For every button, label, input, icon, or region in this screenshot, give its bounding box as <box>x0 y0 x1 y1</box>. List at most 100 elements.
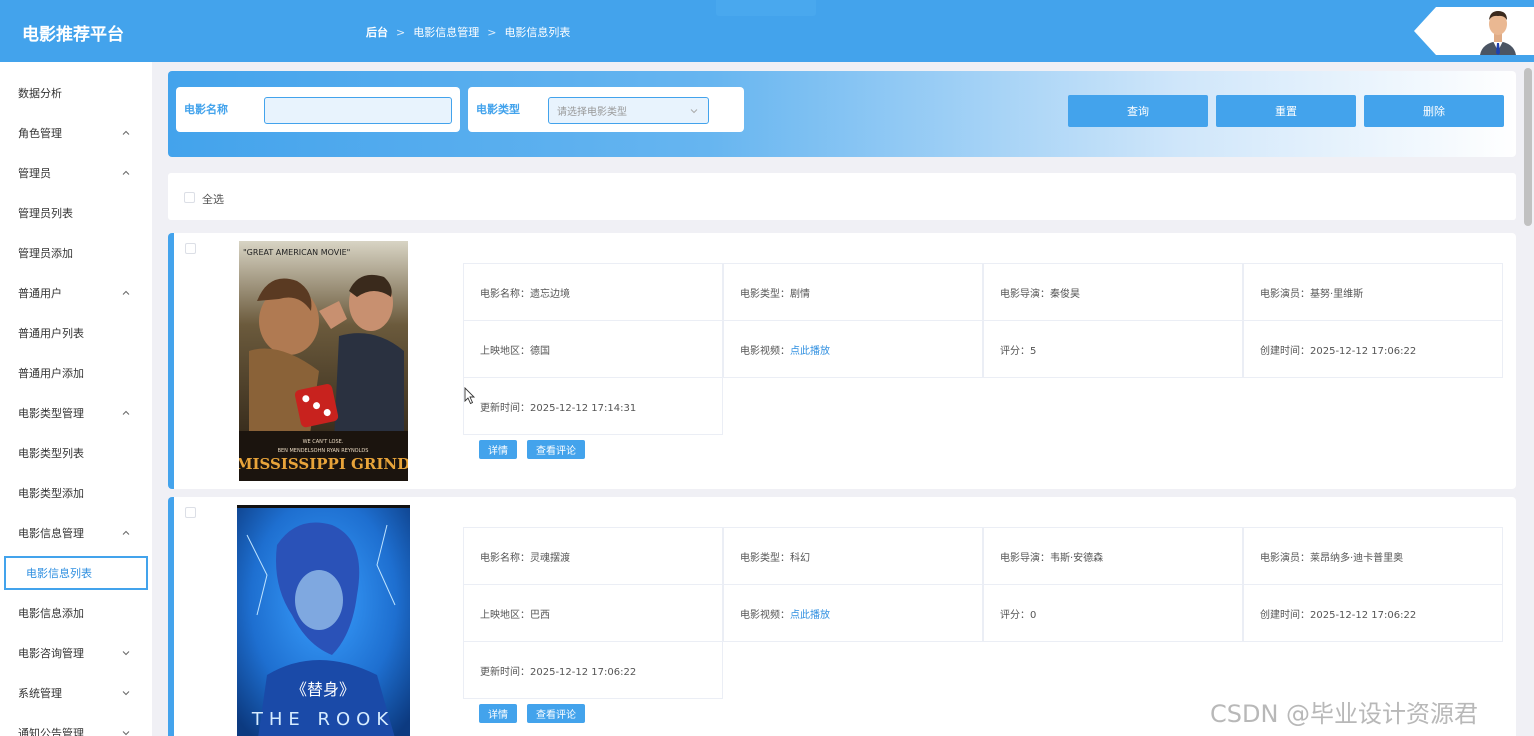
movie-region-text: 上映地区：德国 <box>480 345 550 357</box>
sidebar-item-label: 管理员添加 <box>18 247 73 260</box>
movie-updated-text: 更新时间：2025-12-12 17:06:22 <box>480 666 637 678</box>
sidebar-item-movie-type-add[interactable]: 电影类型添加 <box>0 473 152 513</box>
main-content: 电影名称 电影类型 请选择电影类型 查询 重置 删除 全选 "GREAT AME… <box>152 62 1534 736</box>
sidebar-item-label: 电影类型添加 <box>18 487 84 500</box>
play-video-link[interactable]: 点此播放 <box>790 606 830 621</box>
poster-title-en: THE ROOK <box>251 709 394 730</box>
sidebar-item-admin[interactable]: 管理员 <box>0 153 152 193</box>
sidebar-item-role-management[interactable]: 角色管理 <box>0 113 152 153</box>
movie-video-label: 电影视频： <box>740 345 790 357</box>
chevron-down-icon <box>690 109 698 114</box>
sidebar-menu: 数据分析 角色管理 管理员 管理员列表 管理员添加 普通用户 普通用户列表 普通… <box>0 62 152 736</box>
poster-slogan: WE CAN'T LOSE. <box>303 439 344 445</box>
breadcrumb-current: 电影信息列表 <box>504 26 571 39</box>
movie-score-text: 评分：5 <box>1000 345 1037 357</box>
sidebar-item-data-analysis[interactable]: 数据分析 <box>0 73 152 113</box>
sidebar-item-admin-add[interactable]: 管理员添加 <box>0 233 152 273</box>
movie-card: "GREAT AMERICAN MOVIE" WE CAN'T LOSE. BE… <box>168 233 1516 489</box>
sidebar-item-system-management[interactable]: 系统管理 <box>0 673 152 713</box>
query-button[interactable]: 查询 <box>1068 95 1208 127</box>
breadcrumb-home[interactable]: 后台 <box>366 24 388 40</box>
select-all-label: 全选 <box>202 193 224 206</box>
sidebar-item-label: 电影咨询管理 <box>18 647 84 660</box>
movie-region-cell: 上映地区：巴西 <box>463 584 723 642</box>
sidebar-item-label: 数据分析 <box>18 87 62 100</box>
movie-updated-text: 更新时间：2025-12-12 17:14:31 <box>480 402 637 414</box>
search-panel: 电影名称 电影类型 请选择电影类型 查询 重置 删除 <box>168 71 1516 157</box>
movie-type-label: 电影类型 <box>476 103 520 116</box>
top-header: 电影推荐平台 后台 > 电影信息管理 > 电影信息列表 <box>0 0 1534 62</box>
breadcrumb-separator-icon: > <box>396 25 406 39</box>
header-ghost-tab <box>716 0 816 16</box>
vertical-scrollbar[interactable] <box>1524 68 1532 226</box>
movie-poster[interactable]: "GREAT AMERICAN MOVIE" WE CAN'T LOSE. BE… <box>239 241 408 481</box>
movie-created-cell: 创建时间：2025-12-12 17:06:22 <box>1243 584 1503 642</box>
sidebar-item-movie-type-management[interactable]: 电影类型管理 <box>0 393 152 433</box>
view-comments-button[interactable]: 查看评论 <box>527 440 585 459</box>
movie-select-checkbox[interactable] <box>185 507 196 518</box>
sidebar-item-movie-info-management[interactable]: 电影信息管理 <box>0 513 152 553</box>
movie-name-input[interactable] <box>264 97 452 124</box>
sidebar-item-admin-list[interactable]: 管理员列表 <box>0 193 152 233</box>
sidebar-item-label: 电影类型列表 <box>18 447 84 460</box>
sidebar-item-label: 电影信息管理 <box>18 527 84 540</box>
sidebar-item-label: 普通用户添加 <box>18 367 84 380</box>
sidebar-item-label: 系统管理 <box>18 687 62 700</box>
sidebar-item-label: 管理员 <box>18 167 51 180</box>
movie-select-checkbox[interactable] <box>185 243 196 254</box>
movie-actor-cell: 电影演员：莱昂纳多·迪卡普里奥 <box>1243 527 1503 585</box>
chevron-down-icon <box>122 651 130 656</box>
breadcrumb-section[interactable]: 电影信息管理 <box>413 24 479 40</box>
detail-button[interactable]: 详情 <box>479 440 517 459</box>
movie-created-text: 创建时间：2025-12-12 17:06:22 <box>1260 609 1417 621</box>
movie-type-cell: 电影类型：科幻 <box>723 527 983 585</box>
movie-created-text: 创建时间：2025-12-12 17:06:22 <box>1260 345 1417 357</box>
sidebar-item-label: 角色管理 <box>18 127 62 140</box>
select-all-checkbox[interactable] <box>184 192 195 203</box>
movie-name-label: 电影名称 <box>184 103 228 116</box>
poster-title: MISSISSIPPI GRIND <box>239 455 408 473</box>
reset-button[interactable]: 重置 <box>1216 95 1356 127</box>
movie-actor-cell: 电影演员：基努·里维斯 <box>1243 263 1503 321</box>
chevron-up-icon <box>122 410 130 415</box>
movie-director-text: 电影导演：韦斯·安德森 <box>1000 552 1104 564</box>
movie-type-text: 电影类型：科幻 <box>740 552 810 564</box>
movie-name-field: 电影名称 <box>176 87 460 132</box>
movie-actor-text: 电影演员：莱昂纳多·迪卡普里奥 <box>1260 552 1404 564</box>
view-comments-button[interactable]: 查看评论 <box>527 704 585 723</box>
sidebar-item-label: 管理员列表 <box>18 207 73 220</box>
detail-button[interactable]: 详情 <box>479 704 517 723</box>
movie-created-cell: 创建时间：2025-12-12 17:06:22 <box>1243 320 1503 378</box>
movie-actor-text: 电影演员：基努·里维斯 <box>1260 288 1364 300</box>
chevron-up-icon <box>122 290 130 295</box>
sidebar-item-movie-info-add[interactable]: 电影信息添加 <box>0 593 152 633</box>
sidebar-item-label: 普通用户 <box>18 287 62 300</box>
avatar[interactable] <box>1474 7 1522 55</box>
delete-button[interactable]: 删除 <box>1364 95 1504 127</box>
sidebar-item-user-add[interactable]: 普通用户添加 <box>0 353 152 393</box>
movie-video-label: 电影视频： <box>740 609 790 621</box>
sidebar-item-user-list[interactable]: 普通用户列表 <box>0 313 152 353</box>
movie-updated-cell: 更新时间：2025-12-12 17:06:22 <box>463 641 723 699</box>
chevron-up-icon <box>122 130 130 135</box>
movie-region-cell: 上映地区：德国 <box>463 320 723 378</box>
sidebar-item-users[interactable]: 普通用户 <box>0 273 152 313</box>
movie-director-text: 电影导演：秦俊昊 <box>1000 288 1080 300</box>
poster-tagline: "GREAT AMERICAN MOVIE" <box>243 248 350 257</box>
movie-type-placeholder: 请选择电影类型 <box>557 107 627 118</box>
sidebar-item-label: 普通用户列表 <box>18 327 84 340</box>
movie-type-select[interactable]: 请选择电影类型 <box>548 97 709 124</box>
chevron-up-icon <box>122 170 130 175</box>
play-video-link[interactable]: 点此播放 <box>790 342 830 357</box>
sidebar-item-label: 通知公告管理 <box>18 727 84 736</box>
movie-poster[interactable]: 《替身》 THE ROOK <box>237 505 410 736</box>
movie-type-text: 电影类型：剧情 <box>740 288 810 300</box>
sidebar-item-movie-info-list[interactable]: 电影信息列表 <box>4 556 148 590</box>
sidebar-item-notice-management[interactable]: 通知公告管理 <box>0 713 152 736</box>
user-avatar-box[interactable] <box>1414 7 1534 55</box>
movie-name-cell: 电影名称：遗忘边境 <box>463 263 723 321</box>
sidebar-item-label: 电影信息添加 <box>18 607 84 620</box>
sidebar-item-movie-consult-management[interactable]: 电影咨询管理 <box>0 633 152 673</box>
sidebar-item-movie-type-list[interactable]: 电影类型列表 <box>0 433 152 473</box>
chevron-down-icon <box>122 691 130 696</box>
